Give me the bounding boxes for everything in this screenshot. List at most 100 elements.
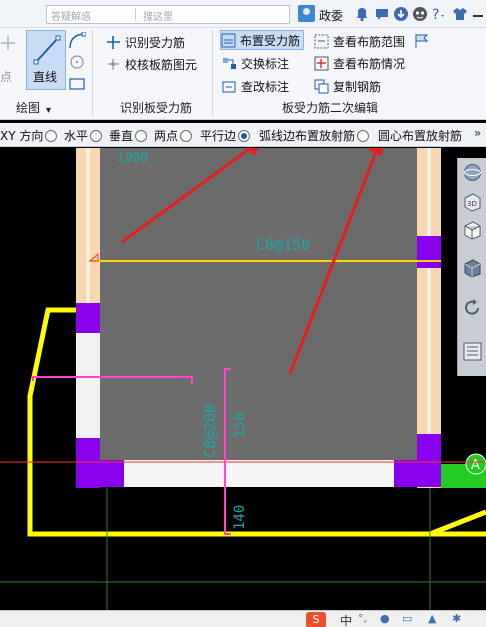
- canvas-svg[interactable]: A C8@150 1900 C8@200 150 140: [0, 148, 486, 610]
- option-label: 两点: [154, 129, 179, 143]
- punctuation-icon[interactable]: °,: [358, 612, 367, 625]
- bottom-beam[interactable]: [76, 460, 441, 487]
- vertical-rebar-label: C8@200: [201, 404, 219, 458]
- swap-label-button[interactable]: 交换标注: [222, 53, 289, 73]
- check-icon: [108, 58, 119, 70]
- support-block[interactable]: [417, 434, 441, 464]
- cube-wire-icon[interactable]: [462, 220, 483, 241]
- option-label: 水平: [64, 129, 89, 143]
- ribbon-divider: [212, 30, 213, 116]
- option-xy-direction[interactable]: XY 方向: [0, 127, 58, 144]
- arc-icon[interactable]: [68, 32, 86, 50]
- view-placement-label: 查看布筋情况: [333, 56, 406, 71]
- support-block[interactable]: [100, 460, 124, 487]
- rotate-icon[interactable]: [462, 298, 483, 319]
- check-slab-rebar-label: 校核板筋图元: [125, 57, 198, 72]
- search-input[interactable]: 搜这里: [143, 8, 173, 23]
- mascot-icon[interactable]: [412, 6, 428, 22]
- user-name[interactable]: 政委: [319, 7, 343, 24]
- line-tool-label: 直线: [33, 70, 58, 84]
- ime-language[interactable]: 中: [340, 612, 352, 627]
- user-icon[interactable]: [298, 5, 315, 22]
- option-radio[interactable]: [135, 129, 148, 142]
- option-two-points[interactable]: 两点: [154, 127, 193, 144]
- option-radio[interactable]: [45, 129, 58, 142]
- ime-logo-icon[interactable]: S: [306, 612, 326, 627]
- recognize-rebar-button[interactable]: 识别受力筋: [106, 32, 185, 52]
- copy-rebar-icon: [314, 79, 329, 93]
- axis-marker-letter: A: [471, 458, 480, 473]
- option-horizontal[interactable]: 水平: [64, 127, 103, 144]
- copy-rebar-label: 复制钢筋: [333, 79, 382, 94]
- title-bar: 答疑解惑 搜这里 政委 ?: [0, 0, 486, 28]
- recognize-icon: [107, 35, 120, 49]
- check-slab-rebar-button[interactable]: 校核板筋图元: [106, 54, 197, 74]
- shirt-icon[interactable]: [452, 6, 468, 22]
- help-icon[interactable]: ?: [430, 6, 446, 22]
- bell-icon[interactable]: [354, 6, 370, 22]
- swap-label-text: 交换标注: [241, 56, 290, 71]
- minimize-icon[interactable]: [470, 6, 486, 22]
- dimension-label: 1900: [117, 151, 148, 166]
- option-label: 垂直: [109, 129, 134, 143]
- view-placement-icon: [314, 56, 329, 70]
- recognize-group-label: 识别板受力筋: [120, 101, 193, 115]
- slab-outline-edge: [429, 509, 486, 537]
- view-range-button[interactable]: 查看布筋范围: [314, 31, 405, 51]
- edit-label-icon: [222, 81, 236, 92]
- view-range-icon: [314, 34, 329, 48]
- option-radio[interactable]: [357, 129, 370, 142]
- place-rebar-label: 布置受力筋: [240, 33, 301, 48]
- system-taskbar: S 中 °, ● ▭ ▲ ✱: [0, 610, 486, 627]
- option-label: XY 方向: [0, 129, 44, 143]
- option-arc-radial[interactable]: 弧线边布置放射筋: [259, 127, 370, 144]
- edit-group-label: 板受力筋二次编辑: [282, 101, 379, 115]
- place-rebar-icon: [221, 33, 236, 47]
- copy-rebar-button[interactable]: 复制钢筋: [314, 76, 381, 96]
- option-parallel-edge[interactable]: 平行边: [200, 127, 251, 144]
- search-box[interactable]: 答疑解惑 搜这里: [46, 5, 290, 24]
- option-radio[interactable]: [90, 129, 103, 142]
- option-radio-selected[interactable]: [238, 129, 251, 142]
- download-icon[interactable]: [393, 6, 409, 22]
- chevron-down-icon[interactable]: ▾: [46, 105, 51, 116]
- settings-icon[interactable]: ✱: [452, 612, 461, 625]
- dimension-label: 150: [232, 413, 248, 438]
- support-block[interactable]: [417, 236, 441, 268]
- more-options-icon[interactable]: »: [474, 126, 481, 140]
- ribbon: 点 直线 绘图 ▾ 识别受力筋 校核板筋图元 识别板受力筋 布置受力筋 交换标注…: [0, 28, 486, 120]
- flag-icon[interactable]: [413, 32, 431, 50]
- circle-icon[interactable]: [68, 53, 86, 71]
- keyboard-icon[interactable]: ▭: [402, 612, 412, 625]
- layers-panel-icon[interactable]: [462, 341, 483, 362]
- option-radio[interactable]: [180, 129, 193, 142]
- draw-group-label: 绘图: [16, 101, 41, 115]
- skin-icon[interactable]: ▲: [428, 612, 436, 625]
- cube-solid-icon[interactable]: [462, 258, 483, 279]
- support-block[interactable]: [76, 438, 100, 488]
- view-3d-icon[interactable]: 3D: [462, 192, 483, 213]
- point-tool-icon[interactable]: [0, 32, 24, 72]
- ribbon-divider: [92, 30, 93, 116]
- microphone-icon[interactable]: ●: [380, 612, 390, 625]
- option-label: 平行边: [200, 129, 237, 143]
- globe-icon[interactable]: [462, 162, 483, 183]
- option-center-radial[interactable]: 圆心布置放射筋: [378, 127, 462, 144]
- left-beam-segment: [76, 332, 100, 438]
- option-label: 圆心布置放射筋: [378, 129, 463, 143]
- place-rebar-button[interactable]: 布置受力筋: [220, 30, 305, 50]
- rebar-label: C8@150: [256, 236, 310, 254]
- support-block[interactable]: [394, 460, 441, 487]
- swap-icon: [223, 57, 236, 69]
- edit-label-text: 查改标注: [241, 79, 290, 94]
- rectangle-icon[interactable]: [68, 75, 86, 93]
- slab-area[interactable]: [86, 148, 430, 475]
- option-vertical[interactable]: 垂直: [109, 127, 148, 144]
- point-tool-label[interactable]: 点: [0, 68, 12, 85]
- support-block[interactable]: [76, 303, 100, 333]
- view-placement-button[interactable]: 查看布筋情况: [314, 53, 405, 73]
- edit-label-button[interactable]: 查改标注: [222, 76, 289, 96]
- placement-options-bar: XY 方向 水平 垂直 两点 平行边 弧线边布置放射筋 圆心布置放射筋 »: [0, 123, 486, 147]
- chat-icon[interactable]: [374, 6, 390, 22]
- drawing-canvas[interactable]: A C8@150 1900 C8@200 150 140: [0, 148, 486, 610]
